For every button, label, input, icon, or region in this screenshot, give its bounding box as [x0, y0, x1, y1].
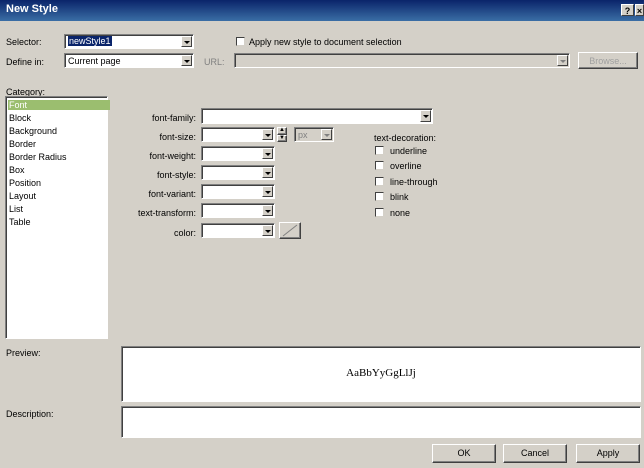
font-size-dropdown-button[interactable] — [262, 129, 273, 140]
underline-checkbox[interactable] — [375, 146, 384, 155]
apply-new-style-checkbox[interactable] — [236, 37, 245, 46]
url-label: URL: — [204, 57, 225, 67]
text-decoration-label: text-decoration: — [374, 133, 437, 143]
preview-label: Preview: — [6, 348, 41, 358]
apply-new-style-label: Apply new style to document selection — [249, 37, 402, 47]
category-item-font[interactable]: Font — [8, 100, 110, 110]
font-family-dropdown-button[interactable] — [420, 110, 431, 122]
font-weight-dropdown-button[interactable] — [262, 148, 273, 159]
close-button[interactable]: × — [635, 4, 644, 16]
selector-value: newStyle1 — [68, 36, 112, 46]
blink-checkbox[interactable] — [375, 192, 384, 201]
title-bar[interactable]: New Style ? × — [0, 0, 644, 21]
category-item-border[interactable]: Border — [9, 139, 36, 149]
font-size-spin-down[interactable]: ▼ — [277, 135, 287, 142]
font-variant-combobox[interactable] — [201, 184, 275, 199]
font-size-label: font-size: — [159, 132, 196, 142]
color-dropdown-button[interactable] — [262, 225, 273, 236]
category-item-border-radius[interactable]: Border Radius — [9, 152, 67, 162]
font-family-combobox[interactable] — [201, 108, 433, 124]
category-list[interactable]: Font Block Background Border Border Radi… — [5, 96, 110, 339]
overline-label: overline — [390, 161, 422, 171]
apply-button[interactable]: Apply — [576, 444, 640, 463]
define-in-dropdown-button[interactable] — [181, 55, 192, 66]
underline-label: underline — [390, 146, 428, 156]
overline-checkbox[interactable] — [375, 161, 384, 170]
font-style-label: font-style: — [156, 170, 196, 180]
define-in-value: Current page — [68, 56, 121, 66]
url-dropdown-button[interactable] — [557, 55, 568, 66]
font-style-combobox[interactable] — [201, 165, 275, 180]
font-size-spinner[interactable]: ▲ ▼ — [277, 127, 291, 142]
text-transform-dropdown-button[interactable] — [262, 205, 273, 216]
url-combobox[interactable] — [234, 53, 570, 68]
font-size-combobox[interactable] — [201, 127, 275, 142]
category-item-block[interactable]: Block — [9, 113, 31, 123]
font-size-spin-up[interactable]: ▲ — [277, 127, 287, 135]
none-checkbox[interactable] — [375, 208, 384, 217]
selector-dropdown-button[interactable] — [181, 36, 192, 47]
font-style-dropdown-button[interactable] — [262, 167, 273, 178]
font-size-unit-value: px — [298, 130, 308, 140]
font-size-unit-combobox[interactable]: px — [294, 127, 334, 142]
window-title: New Style — [6, 3, 58, 15]
define-in-combobox[interactable]: Current page — [64, 53, 194, 68]
font-weight-combobox[interactable] — [201, 146, 275, 161]
help-button[interactable]: ? — [621, 4, 634, 16]
selector-label: Selector: — [6, 37, 42, 47]
color-combobox[interactable] — [201, 223, 275, 238]
line-through-checkbox[interactable] — [375, 177, 384, 186]
category-item-background[interactable]: Background — [9, 126, 57, 136]
text-transform-combobox[interactable] — [201, 203, 275, 218]
color-swatch-icon — [282, 224, 298, 237]
ok-button[interactable]: OK — [432, 444, 496, 463]
category-item-box[interactable]: Box — [9, 165, 25, 175]
define-in-label: Define in: — [6, 57, 45, 67]
description-box — [121, 406, 641, 438]
font-family-label: font-family: — [151, 113, 196, 123]
category-item-list[interactable]: List — [9, 204, 23, 214]
description-label: Description: — [6, 409, 54, 419]
font-weight-label: font-weight: — [149, 151, 196, 161]
browse-button[interactable]: Browse... — [578, 52, 638, 69]
text-transform-label: text-transform: — [137, 208, 196, 218]
category-item-position[interactable]: Position — [9, 178, 41, 188]
preview-box: AaBbYyGgLlJj — [121, 346, 641, 402]
cancel-button[interactable]: Cancel — [503, 444, 567, 463]
selector-combobox[interactable]: newStyle1 — [64, 34, 194, 49]
blink-label: blink — [390, 192, 409, 202]
font-variant-dropdown-button[interactable] — [262, 186, 273, 197]
font-variant-label: font-variant: — [148, 189, 196, 199]
line-through-label: line-through — [390, 177, 438, 187]
category-item-table[interactable]: Table — [9, 217, 31, 227]
color-label: color: — [173, 228, 196, 238]
font-size-unit-dropdown-button[interactable] — [321, 129, 332, 140]
color-picker-button[interactable] — [279, 222, 301, 239]
category-item-layout[interactable]: Layout — [9, 191, 36, 201]
none-label: none — [390, 208, 411, 218]
dialog-body: Selector: newStyle1 Apply new style to d… — [0, 21, 644, 468]
preview-sample-text: AaBbYyGgLlJj — [346, 367, 416, 379]
